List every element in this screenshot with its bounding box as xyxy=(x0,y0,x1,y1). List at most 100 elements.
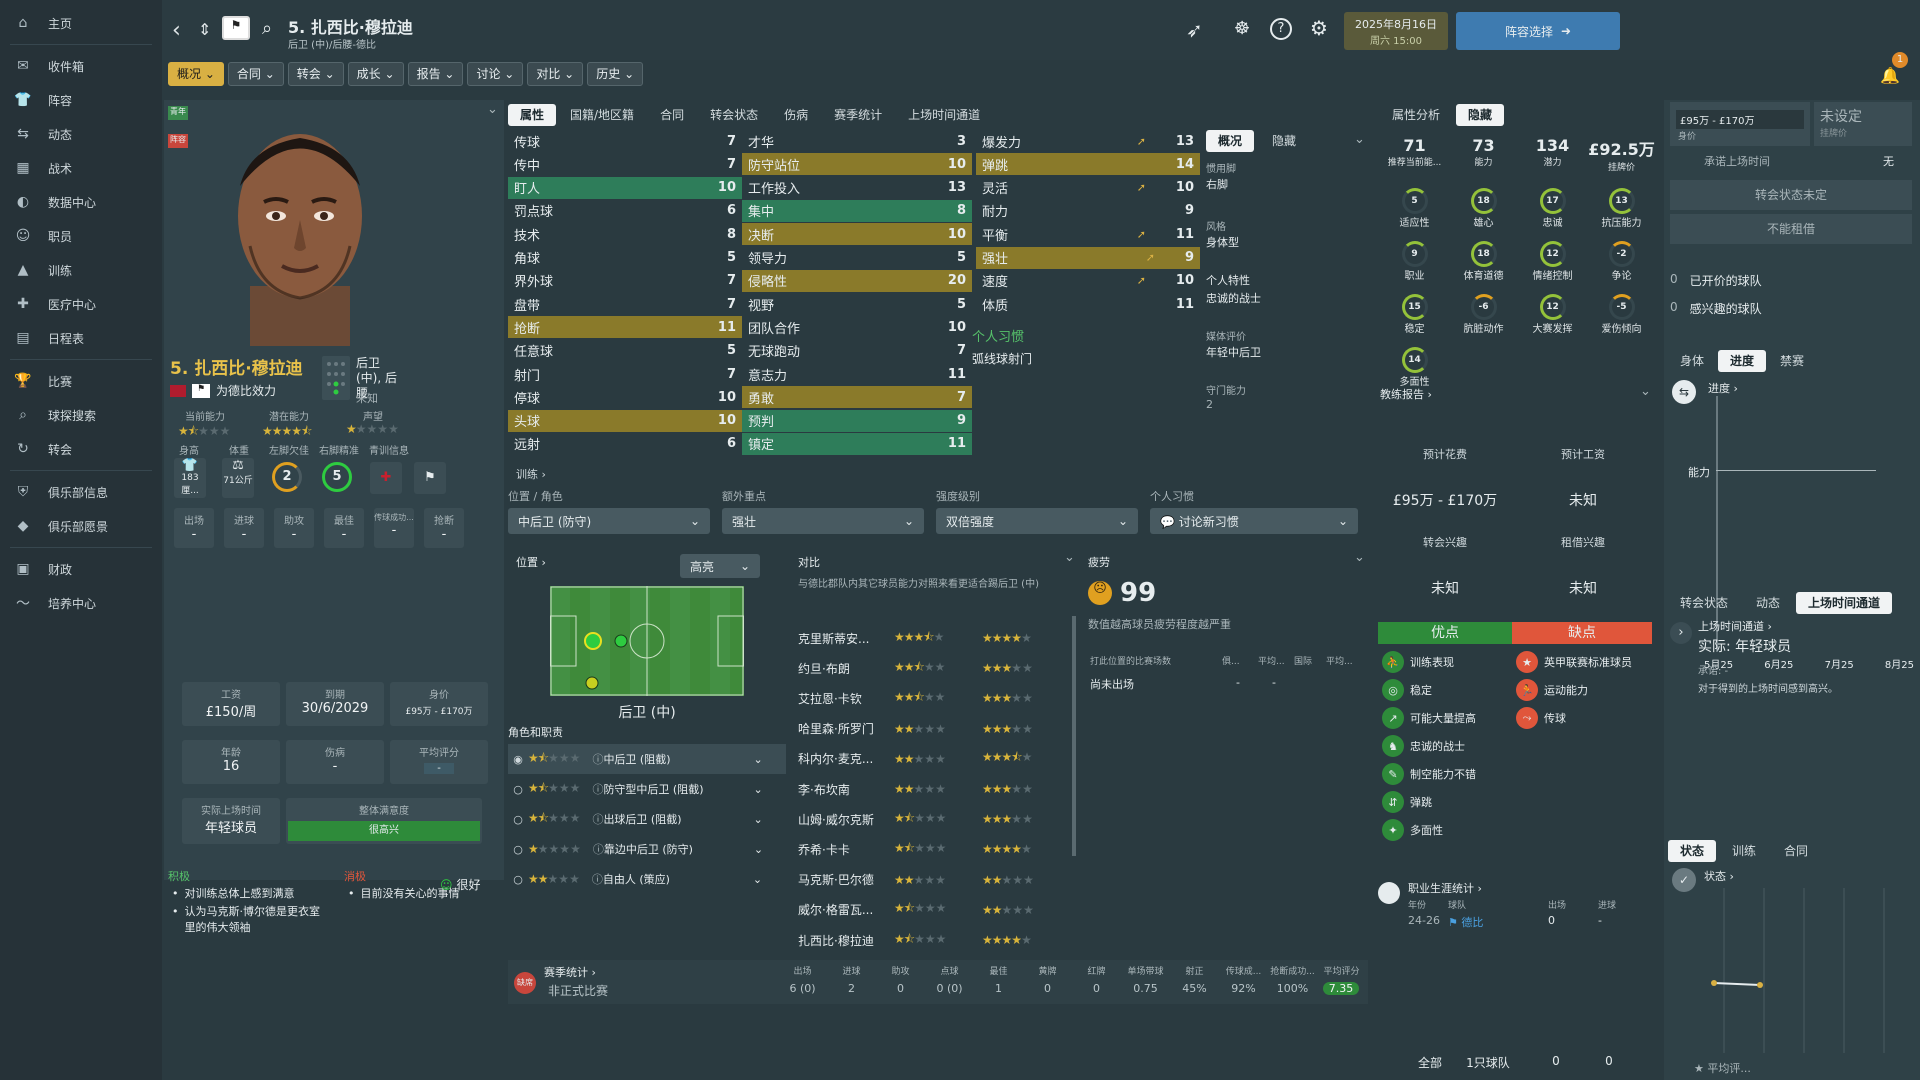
attribute-row[interactable]: 速度 ➚ 10 xyxy=(976,270,1200,292)
coach-report-link[interactable]: 教练报告 › xyxy=(1380,386,1432,402)
attribute-row[interactable]: 爆发力 ➚ 13 xyxy=(976,130,1200,152)
info-icon[interactable]: ⓘ xyxy=(592,811,603,827)
career-row[interactable]: 24-26 ⚑ 德比 0- xyxy=(1408,914,1648,930)
hidden-tab[interactable]: 隐藏 xyxy=(1260,130,1308,152)
attr-tab[interactable]: 上场时间通道 xyxy=(896,104,992,126)
overview-tab[interactable]: 概况 xyxy=(1206,130,1255,152)
nav-tab[interactable]: 历史 ⌄ xyxy=(587,62,644,86)
train-habit-dropdown[interactable]: 💬 讨论新习惯 ⌄ xyxy=(1150,508,1358,534)
attribute-row[interactable]: 罚点球 6 xyxy=(508,200,742,222)
radio-button[interactable]: ◉ xyxy=(508,753,528,766)
attribute-row[interactable]: 领导力 5 xyxy=(742,247,972,269)
pro-item[interactable]: ↗ 可能大量提高 xyxy=(1382,704,1512,732)
attribute-row[interactable]: 任意球 5 xyxy=(508,340,742,362)
chevron-down-icon[interactable]: ⌄ xyxy=(1640,384,1651,399)
analysis-hidden-tab[interactable]: 隐藏 xyxy=(1456,104,1505,126)
attr-tab[interactable]: 转会状态 xyxy=(698,104,770,126)
compare-row[interactable]: 克里斯蒂安... ★★★⯪★ ★★★★★ xyxy=(798,626,1068,650)
squad-select-button[interactable]: 阵容选择 ➜ xyxy=(1456,12,1620,50)
attribute-row[interactable]: 无球跑动 7 xyxy=(742,340,972,362)
attribute-row[interactable]: 头球 10 xyxy=(508,409,742,432)
attribute-row[interactable]: 盘带 7 xyxy=(508,293,742,315)
up-down-icon[interactable]: ⇕ xyxy=(198,20,211,39)
interested-clubs-row[interactable]: 0 感兴趣的球队 xyxy=(1670,300,1762,317)
nav-tab[interactable]: 转会 ⌄ xyxy=(287,62,344,86)
attribute-row[interactable]: 工作投入 13 xyxy=(742,177,972,199)
tab-playing-time[interactable]: 上场时间通道 xyxy=(1796,592,1893,614)
con-item[interactable]: 🏃 运动能力 xyxy=(1516,676,1652,704)
attribute-row[interactable]: 镇定 11 xyxy=(742,432,972,455)
rocket-icon[interactable]: ➶ xyxy=(1186,18,1203,42)
price-box[interactable]: 未设定 挂牌价 xyxy=(1814,102,1912,146)
attribute-row[interactable]: 灵活 ➚ 10 xyxy=(976,177,1200,199)
compare-row[interactable]: 马克斯·巴尔德 ★★★★★ ★★★★★ xyxy=(798,868,1068,892)
attribute-row[interactable]: 弹跳 14 xyxy=(976,153,1200,176)
attribute-row[interactable]: 集中 8 xyxy=(742,199,972,222)
tab-training[interactable]: 训练 xyxy=(1720,840,1768,862)
info-icon[interactable]: ⓘ xyxy=(592,751,603,767)
nav-tab[interactable]: 讨论 ⌄ xyxy=(467,62,524,86)
attr-tab[interactable]: 合同 xyxy=(648,104,696,126)
sidebar-item[interactable]: ⌕ 球探搜索 xyxy=(0,398,162,432)
radio-button[interactable]: ○ xyxy=(508,873,528,886)
sidebar-item[interactable]: ⛨ 俱乐部信息 xyxy=(0,475,162,509)
attribute-row[interactable]: 角球 5 xyxy=(508,247,742,269)
chevron-down-icon[interactable]: ⌄ xyxy=(754,843,763,856)
sidebar-item[interactable]: ✉ 收件箱 xyxy=(0,49,162,83)
nav-tab[interactable]: 合同 ⌄ xyxy=(227,62,284,86)
attr-tab[interactable]: 国籍/地区籍 xyxy=(558,104,646,126)
compare-row[interactable]: 科内尔·麦克... ★★★★★ ★★★⯪★ xyxy=(798,747,1068,771)
attribute-row[interactable]: 传中 7 xyxy=(508,153,742,175)
nav-tab[interactable]: 成长 ⌄ xyxy=(347,62,404,86)
attribute-row[interactable]: 防守站位 10 xyxy=(742,153,972,176)
compare-row[interactable]: 约旦·布朗 ★★⯪★★ ★★★★★ xyxy=(798,656,1068,680)
tab-contract[interactable]: 合同 xyxy=(1772,840,1820,862)
con-item[interactable]: ★ 英甲联赛标准球员 xyxy=(1516,648,1652,676)
attr-tab[interactable]: 赛季统计 xyxy=(822,104,894,126)
attribute-row[interactable]: 技术 8 xyxy=(508,223,742,245)
attribute-row[interactable]: 远射 6 xyxy=(508,433,742,455)
attribute-row[interactable]: 意志力 11 xyxy=(742,363,972,385)
attribute-row[interactable]: 射门 7 xyxy=(508,363,742,385)
sidebar-item[interactable]: ⇆ 动态 xyxy=(0,117,162,151)
chevron-down-icon[interactable]: ⌄ xyxy=(1354,550,1365,565)
tab-progress[interactable]: 进度 xyxy=(1718,350,1767,372)
collapse-chevron-icon[interactable]: ⌄ xyxy=(487,102,498,117)
nav-tab[interactable]: 对比 ⌄ xyxy=(527,62,584,86)
nav-tab[interactable]: 概况 ⌄ xyxy=(168,62,224,86)
attribute-row[interactable]: 决断 10 xyxy=(742,223,972,246)
attr-tab[interactable]: 属性 xyxy=(508,104,557,126)
role-row[interactable]: ○ ★★★★★ ⓘ 自由人 (策应) ⌄ xyxy=(508,864,786,894)
progress-title[interactable]: 进度 › xyxy=(1708,380,1738,396)
sidebar-item[interactable]: ◆ 俱乐部愿景 xyxy=(0,509,162,543)
nav-tab[interactable]: 报告 ⌄ xyxy=(407,62,464,86)
attribute-row[interactable]: 耐力 9 xyxy=(976,200,1200,222)
attribute-row[interactable]: 抢断 11 xyxy=(508,316,742,339)
search-icon[interactable]: ⌕ xyxy=(262,18,272,39)
pro-item[interactable]: ✦ 多面性 xyxy=(1382,816,1512,844)
attribute-row[interactable]: 团队合作 10 xyxy=(742,316,972,338)
compare-row[interactable]: 艾拉恩·卡钦 ★★⯪★★ ★★★★★ xyxy=(798,686,1068,710)
club-badge-icon[interactable]: ⚑ xyxy=(222,16,250,40)
pro-item[interactable]: ⛹ 训练表现 xyxy=(1382,648,1512,676)
highlight-dropdown[interactable]: 高亮 ⌄ xyxy=(680,554,760,578)
compare-row[interactable]: 李·布坎南 ★★★★★ ★★★★★ xyxy=(798,777,1068,801)
chevron-right-icon[interactable]: › xyxy=(1670,622,1692,644)
chevron-down-icon[interactable]: ⌄ xyxy=(753,873,762,886)
training-title[interactable]: 训练 › xyxy=(516,466,546,482)
attribute-row[interactable]: 才华 3 xyxy=(742,130,972,152)
offered-clubs-row[interactable]: 0 已开价的球队 xyxy=(1670,272,1762,289)
compare-scrollbar[interactable] xyxy=(1072,616,1076,856)
attribute-row[interactable]: 停球 10 xyxy=(508,386,742,408)
date-display[interactable]: 2025年8月16日 周六 15:00 xyxy=(1344,12,1448,50)
tab-dynamics[interactable]: 动态 xyxy=(1744,592,1792,614)
chevron-down-icon[interactable]: ⌄ xyxy=(753,813,762,826)
settings-gear-icon[interactable]: ⚙ xyxy=(1310,16,1328,40)
info-icon[interactable]: ⓘ xyxy=(592,781,603,797)
sidebar-item[interactable]: ☺ 职员 xyxy=(0,219,162,253)
attribute-row[interactable]: 盯人 10 xyxy=(508,176,742,199)
tab-form[interactable]: 状态 xyxy=(1668,840,1717,862)
attribute-row[interactable]: 视野 5 xyxy=(742,293,972,315)
sidebar-item[interactable]: 👕 阵容 xyxy=(0,83,162,117)
bell-icon[interactable]: 🔔 xyxy=(1880,66,1900,85)
